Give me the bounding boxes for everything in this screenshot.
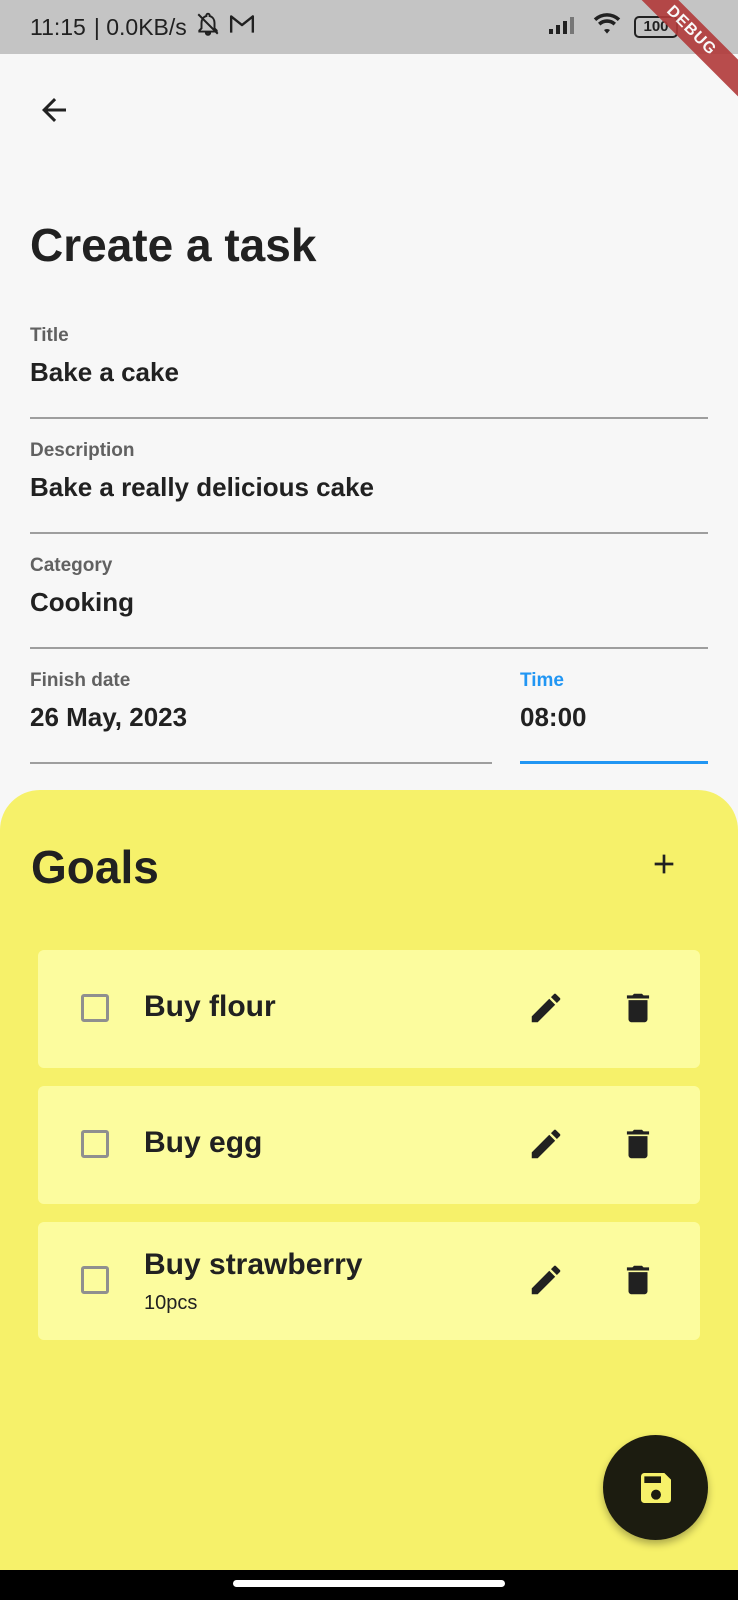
- category-field[interactable]: Category Cooking: [30, 555, 708, 649]
- navigation-bar: [0, 1570, 738, 1600]
- trash-icon: [626, 1129, 650, 1159]
- description-field-label: Description: [30, 440, 135, 461]
- edit-goal-button[interactable]: [526, 1260, 566, 1300]
- goal-item: Buy egg: [38, 1086, 700, 1204]
- pencil-icon: [531, 1129, 561, 1159]
- status-left: 11:15 | 0.0KB/s: [30, 11, 255, 43]
- page-title: Create a task: [30, 219, 317, 271]
- home-handle[interactable]: [233, 1580, 505, 1587]
- add-goal-button[interactable]: [640, 840, 688, 888]
- delete-goal-button[interactable]: [618, 1124, 658, 1164]
- mail-icon: [229, 13, 255, 41]
- status-time: 11:15: [30, 13, 86, 40]
- goal-item: Buy strawberry 10pcs: [38, 1222, 700, 1340]
- status-bar: 11:15 | 0.0KB/s 100 DEBUG: [0, 0, 738, 108]
- trash-icon: [626, 993, 650, 1023]
- title-field[interactable]: Title Bake a cake: [30, 325, 708, 419]
- status-network-speed: | 0.0KB/s: [93, 13, 187, 40]
- time-field-value: 08:00: [520, 702, 587, 732]
- goal-checkbox[interactable]: [81, 1266, 109, 1294]
- finish-date-field[interactable]: Finish date 26 May, 2023: [30, 670, 492, 764]
- time-field-label: Time: [520, 670, 565, 691]
- pencil-icon: [531, 993, 561, 1023]
- back-button[interactable]: [32, 88, 76, 132]
- edit-goal-button[interactable]: [526, 988, 566, 1028]
- category-field-label: Category: [30, 555, 113, 576]
- description-field-value: Bake a really delicious cake: [30, 472, 374, 502]
- save-icon: [640, 1472, 671, 1503]
- bell-off-icon: [195, 11, 221, 43]
- edit-goal-button[interactable]: [526, 1124, 566, 1164]
- finish-date-field-value: 26 May, 2023: [30, 702, 188, 732]
- save-button[interactable]: [603, 1435, 708, 1540]
- description-field[interactable]: Description Bake a really delicious cake: [30, 440, 708, 534]
- arrow-back-icon: [42, 98, 66, 122]
- goal-title: Buy flour: [144, 990, 276, 1023]
- goal-item: Buy flour: [38, 950, 700, 1068]
- goal-checkbox[interactable]: [81, 1130, 109, 1158]
- goal-subtitle: 10pcs: [144, 1292, 198, 1314]
- goal-checkbox[interactable]: [81, 994, 109, 1022]
- category-field-value: Cooking: [30, 587, 134, 617]
- delete-goal-button[interactable]: [618, 1260, 658, 1300]
- trash-icon: [626, 1265, 650, 1295]
- wifi-icon: [592, 12, 622, 42]
- time-field[interactable]: Time 08:00: [520, 670, 708, 764]
- goal-title: Buy strawberry: [144, 1248, 363, 1281]
- plus-icon: [654, 854, 674, 874]
- goal-title: Buy egg: [144, 1126, 263, 1159]
- finish-date-field-label: Finish date: [30, 670, 131, 691]
- title-field-label: Title: [30, 325, 69, 346]
- goals-title: Goals: [31, 841, 159, 893]
- signal-icon: [548, 13, 580, 41]
- title-field-value: Bake a cake: [30, 357, 179, 387]
- pencil-icon: [531, 1265, 561, 1295]
- delete-goal-button[interactable]: [618, 988, 658, 1028]
